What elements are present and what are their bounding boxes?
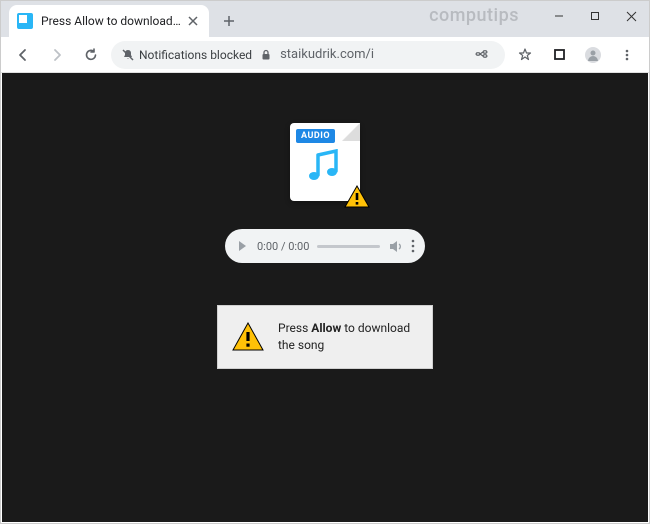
back-button[interactable] — [9, 41, 37, 69]
allow-prompt-text: Press Allow to download the song — [278, 320, 418, 354]
extensions-icon[interactable] — [545, 41, 573, 69]
play-button[interactable] — [235, 239, 249, 253]
warning-triangle-icon — [232, 322, 264, 352]
url-text: staikudrik.com/i — [280, 47, 459, 62]
window-controls — [541, 1, 649, 31]
notifications-blocked-chip[interactable]: Notifications blocked — [121, 48, 252, 62]
bookmark-icon[interactable] — [511, 41, 539, 69]
titlebar: Press Allow to download the son computip… — [1, 1, 649, 37]
address-bar[interactable]: Notifications blocked staikudrik.com/i — [111, 41, 505, 69]
profile-icon[interactable] — [579, 41, 607, 69]
page-content: AUDIO 0:00 / 0:00 — [2, 73, 648, 522]
new-tab-button[interactable] — [215, 7, 243, 35]
notifications-blocked-label: Notifications blocked — [139, 48, 252, 62]
maximize-button[interactable] — [577, 1, 613, 31]
toolbar-right — [511, 41, 641, 69]
allow-prompt-box: Press Allow to download the song — [217, 305, 433, 369]
toolbar: Notifications blocked staikudrik.com/i — [1, 37, 649, 73]
share-icon[interactable] — [467, 41, 495, 69]
close-window-button[interactable] — [613, 1, 649, 31]
seek-slider[interactable] — [317, 245, 380, 248]
volume-button[interactable] — [388, 239, 403, 254]
audio-badge: AUDIO — [296, 129, 335, 143]
music-note-icon — [306, 149, 344, 185]
bell-off-icon — [121, 48, 135, 62]
lock-icon[interactable] — [260, 49, 272, 61]
audio-file-icon: AUDIO — [290, 123, 360, 201]
warning-icon — [344, 185, 370, 209]
close-tab-button[interactable] — [185, 13, 201, 29]
forward-button[interactable] — [43, 41, 71, 69]
watermark: computips — [429, 5, 519, 26]
player-more-button[interactable] — [411, 239, 415, 253]
player-time: 0:00 / 0:00 — [257, 240, 309, 253]
browser-tab[interactable]: Press Allow to download the son — [9, 5, 209, 37]
audio-player[interactable]: 0:00 / 0:00 — [225, 229, 425, 263]
menu-icon[interactable] — [613, 41, 641, 69]
reload-button[interactable] — [77, 41, 105, 69]
tab-title: Press Allow to download the son — [41, 14, 181, 28]
minimize-button[interactable] — [541, 1, 577, 31]
favicon-icon — [17, 13, 33, 29]
